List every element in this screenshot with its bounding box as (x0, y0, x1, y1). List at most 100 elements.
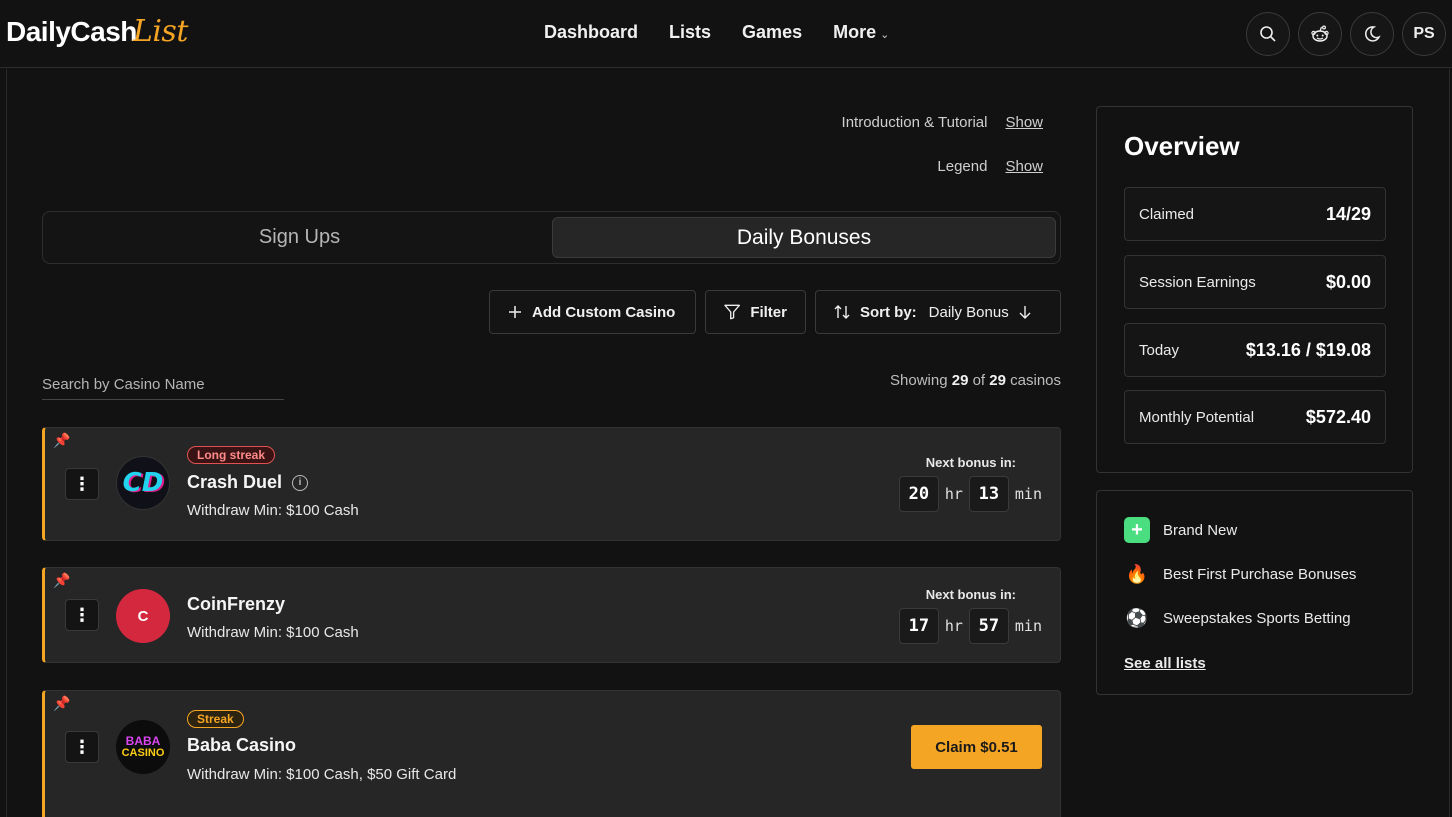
site-logo[interactable]: DailyCashList (6, 14, 188, 49)
nav-lists[interactable]: Lists (669, 22, 711, 43)
stat-claimed: Claimed 14/29 (1124, 187, 1386, 241)
main-nav: Dashboard Lists Games More ⌄ (544, 22, 889, 43)
sort-label: Sort by: (860, 303, 917, 321)
tab-sign-ups[interactable]: Sign Ups (47, 217, 552, 258)
stat-value: $13.16 / $19.08 (1245, 339, 1371, 360)
stat-value: 14/29 (1325, 203, 1371, 224)
next-bonus: Next bonus in: 20 hr 13 min (898, 455, 1042, 512)
see-all-lists-link[interactable]: See all lists (1124, 655, 1206, 672)
countdown-timer: 17 hr 57 min (898, 608, 1042, 644)
chevron-down-icon: ⌄ (880, 29, 890, 41)
minutes-box: 13 (968, 476, 1009, 512)
withdraw-min: Withdraw Min: $100 Cash, $50 Gift Card (187, 766, 457, 783)
nav-more[interactable]: More ⌄ (833, 22, 889, 43)
nav-more-label: More (833, 22, 877, 42)
casino-search-input[interactable] (42, 370, 284, 400)
status-badge: Streak (187, 710, 244, 728)
filter-label: Filter (750, 303, 787, 321)
stat-today: Today $13.16 / $19.08 (1124, 323, 1386, 377)
logo-script-text: List (132, 14, 188, 49)
campfire-icon: 🔥 (1125, 563, 1149, 584)
add-custom-casino-button[interactable]: Add Custom Casino (489, 290, 696, 334)
more-vertical-icon: ⋮ (73, 736, 91, 757)
list-item-brand-new[interactable]: + Brand New (1124, 517, 1237, 543)
more-vertical-icon: ⋮ (73, 473, 91, 494)
avatar[interactable]: PS (1402, 12, 1446, 56)
stat-label: Claimed (1139, 205, 1195, 223)
nav-actions: PS (1246, 12, 1446, 56)
plus-square-icon: + (1124, 517, 1150, 543)
hours-unit: hr (944, 485, 963, 503)
more-vertical-icon: ⋮ (73, 604, 91, 625)
sort-button[interactable]: Sort by: Daily Bonus (815, 290, 1061, 334)
card-menu-button[interactable]: ⋮ (65, 731, 99, 763)
claim-button[interactable]: Claim $0.51 (911, 725, 1042, 769)
sort-arrows-icon (834, 305, 850, 319)
theme-toggle-button[interactable] (1350, 12, 1394, 56)
sort-value: Daily Bonus (928, 303, 1009, 321)
next-bonus-label: Next bonus in: (925, 455, 1016, 470)
search-button[interactable] (1246, 12, 1290, 56)
list-item-sports-betting[interactable]: ⚽ Sweepstakes Sports Betting (1124, 605, 1351, 631)
casino-card: 📌 ⋮ BABA CASINO Streak Baba Casino Withd… (42, 690, 1061, 817)
casino-card: 📌 ⋮ C CoinFrenzy Withdraw Min: $100 Cash… (42, 567, 1061, 663)
casino-logo: C (116, 589, 170, 643)
filter-icon (724, 304, 741, 320)
tab-daily-bonuses[interactable]: Daily Bonuses (552, 217, 1056, 258)
card-menu-button[interactable]: ⋮ (65, 599, 99, 631)
showing-number: 29 (951, 372, 969, 389)
minutes-unit: min (1014, 617, 1042, 635)
arrow-down-icon (1019, 306, 1031, 319)
hours-unit: hr (944, 617, 963, 635)
info-icon[interactable]: i (292, 474, 309, 491)
reddit-icon (1311, 25, 1329, 42)
stat-value: $572.40 (1305, 406, 1371, 427)
list-item-label: Brand New (1163, 521, 1238, 539)
legend-row: Legend Show (937, 158, 1043, 175)
countdown-timer: 20 hr 13 min (898, 476, 1042, 512)
minutes-unit: min (1014, 485, 1042, 503)
stat-value: $0.00 (1325, 271, 1371, 292)
casino-logo-text-top: BABA (125, 734, 161, 748)
tab-switcher: Sign Ups Daily Bonuses (42, 211, 1061, 264)
stat-label: Today (1139, 341, 1180, 359)
nav-dashboard[interactable]: Dashboard (544, 22, 638, 43)
showing-count: Showing 29 of 29 casinos (890, 372, 1061, 389)
plus-icon (509, 306, 521, 318)
top-navbar: DailyCashList Dashboard Lists Games More… (0, 0, 1452, 68)
overview-title: Overview (1124, 131, 1240, 161)
legend-show-link[interactable]: Show (1005, 158, 1043, 175)
moon-icon (1364, 26, 1381, 42)
next-bonus: Next bonus in: 17 hr 57 min (898, 587, 1042, 644)
list-item-best-first-purchase[interactable]: 🔥 Best First Purchase Bonuses (1124, 561, 1357, 587)
next-bonus-label: Next bonus in: (925, 587, 1016, 602)
filter-button[interactable]: Filter (705, 290, 806, 334)
reddit-button[interactable] (1298, 12, 1342, 56)
legend-label: Legend (937, 158, 988, 175)
intro-show-link[interactable]: Show (1005, 114, 1043, 131)
casino-logo-text-bottom: CASINO (121, 747, 165, 759)
withdraw-min: Withdraw Min: $100 Cash (187, 502, 359, 519)
nav-games[interactable]: Games (742, 22, 802, 43)
showing-suffix: casinos (1010, 372, 1061, 389)
add-custom-casino-label: Add Custom Casino (532, 303, 676, 321)
showing-total: 29 (989, 372, 1006, 389)
intro-row: Introduction & Tutorial Show (842, 114, 1043, 131)
list-item-label: Sweepstakes Sports Betting (1163, 609, 1351, 627)
lists-panel: + Brand New 🔥 Best First Purchase Bonuse… (1096, 490, 1413, 695)
search-icon (1260, 26, 1276, 42)
showing-of: of (972, 372, 986, 389)
pin-icon[interactable]: 📌 (53, 695, 70, 712)
card-menu-button[interactable]: ⋮ (65, 468, 99, 500)
casino-name: Crash Duel i (187, 472, 309, 493)
casino-name-text: Crash Duel (187, 472, 283, 492)
casino-name: CoinFrenzy (187, 594, 285, 615)
casino-logo: CD (116, 456, 170, 510)
status-badge: Long streak (187, 446, 276, 464)
pin-icon[interactable]: 📌 (53, 432, 70, 449)
minutes-box: 57 (968, 608, 1009, 644)
casino-card: 📌 ⋮ CD Long streak Crash Duel i Withdraw… (42, 427, 1061, 541)
soccer-ball-icon: ⚽ (1125, 607, 1149, 628)
pin-icon[interactable]: 📌 (53, 572, 70, 589)
stat-monthly-potential: Monthly Potential $572.40 (1124, 390, 1386, 444)
